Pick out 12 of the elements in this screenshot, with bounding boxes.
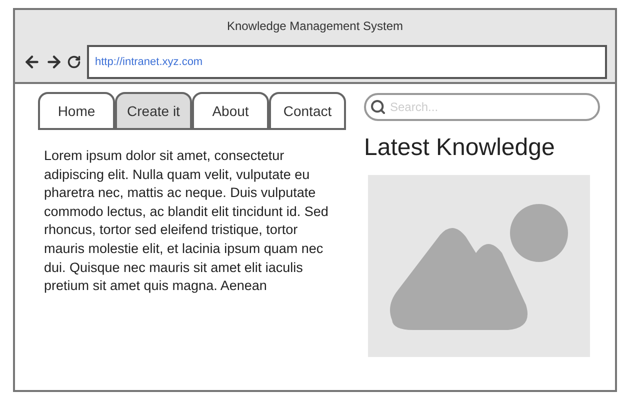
- search-icon: [370, 99, 386, 115]
- nav-tab[interactable]: Contact: [269, 92, 346, 130]
- forward-icon[interactable]: [45, 53, 63, 71]
- nav-tab[interactable]: Create it: [115, 92, 192, 130]
- back-icon[interactable]: [23, 53, 41, 71]
- window-title: Knowledge Management System: [226, 18, 404, 35]
- refresh-icon[interactable]: [67, 55, 81, 69]
- nav-tab[interactable]: Home: [38, 92, 115, 130]
- nav-tab[interactable]: About: [192, 92, 269, 130]
- section-heading: Latest Knowledge: [364, 133, 556, 163]
- address-field[interactable]: http://intranet.xyz.com: [87, 45, 607, 79]
- body-paragraph: Lorem ipsum dolor sit amet, consectetur adipiscing elit. Nulla quam velit, vulputate eu pharetra nec, mattis ac neque. Duis vulputate commodo lectus, ac blandit elit tincidunt id. Sed rhoncus, tortor sed eleifend tristique, tortor mauris molestie elit, et lacinia ipsum quam nec dui. Quisque nec mauris sit amet elit iaculis pretium sit amet quis magna. Aenean: [43, 147, 330, 296]
